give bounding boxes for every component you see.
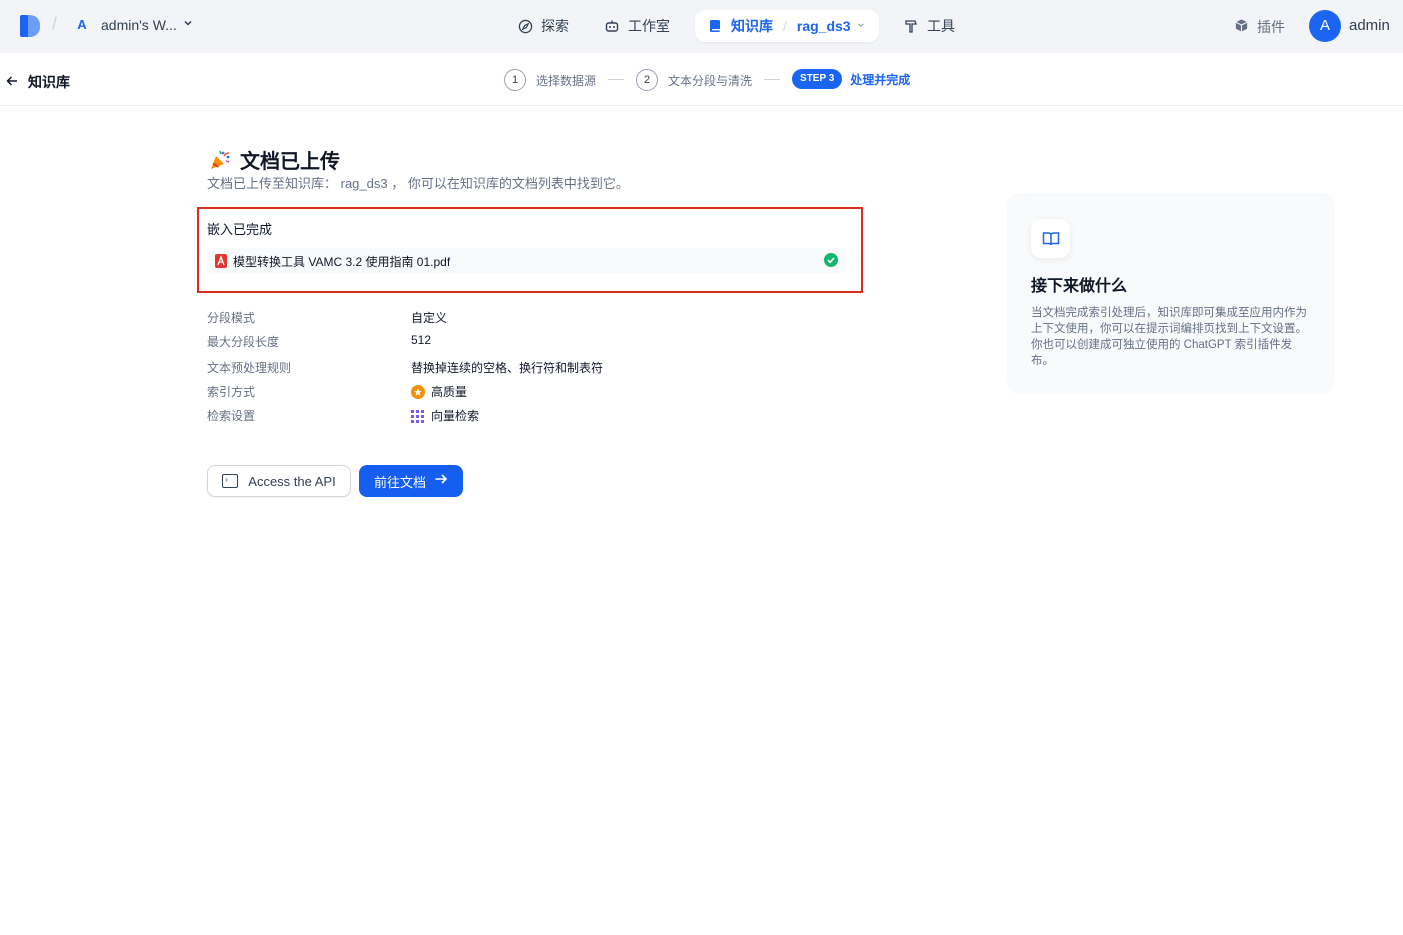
party-popper-icon [208,148,232,172]
step-1-number: 1 [504,69,526,91]
go-to-documents-label: 前往文档 [373,474,426,490]
next-steps-title: 接下来做什么 [1031,278,1128,295]
divider: / [52,14,58,34]
access-api-label: Access the API [248,473,336,489]
workspace-name[interactable]: admin's W... [101,17,177,33]
nav-tools[interactable]: 工具 [903,10,955,42]
list-item: 模型转换工具 VAMC 3.2 使用指南 01.pdf [207,248,847,273]
plugins-label: 插件 [1257,19,1285,35]
avatar[interactable]: A [1309,10,1341,42]
book-icon [707,18,723,34]
next-steps-card: 接下来做什么 当文档完成索引处理后，知识库即可集成至应用内作为上下文使用，你可以… [1007,193,1335,394]
step-2-label: 文本分段与清洗 [668,73,753,88]
step-2-number: 2 [636,69,658,91]
step-1-label: 选择数据源 [536,73,597,88]
step-1: 1 选择数据源 [504,69,596,91]
page-title-text: 文档已上传 [240,151,340,173]
arrow-right-icon [434,472,448,490]
nav-tools-label: 工具 [927,18,955,34]
step-3: STEP 3 处理并完成 [792,69,910,89]
max-length-value: 512 [411,333,432,347]
nav-studio-label: 工作室 [628,18,670,34]
top-navbar: / A admin's W... 探索 工作室 知识库 / rag_ds3 工具 [0,0,1403,53]
book-open-icon [1031,219,1070,258]
robot-icon [604,18,620,34]
nav-knowledge-label: 知识库 [731,18,773,34]
go-to-documents-button[interactable]: 前往文档 [359,465,463,497]
back-label: 知识库 [28,74,70,90]
access-api-button[interactable]: › Access the API [207,465,351,497]
user-name[interactable]: admin [1349,17,1390,34]
index-mode-value: 高质量 [411,383,467,400]
page-subtitle: 文档已上传至知识库： rag_ds3 ， 你可以在知识库的文档列表中找到它。 [207,176,629,191]
embedding-status-label: 嵌入已完成 [207,222,273,237]
compass-icon [517,18,533,34]
segment-mode-value: 自定义 [411,311,448,325]
chevron-down-icon[interactable] [857,21,865,31]
back-button[interactable]: 知识库 [6,72,70,92]
index-mode-text: 高质量 [431,385,468,399]
index-mode-label: 索引方式 [207,385,256,399]
app-logo[interactable] [20,15,40,37]
preprocess-label: 文本预处理规则 [207,361,292,375]
step-3-pill: STEP 3 [792,69,843,89]
max-length-label: 最大分段长度 [207,335,280,349]
step-3-label: 处理并完成 [850,72,911,87]
retrieval-value: 向量检索 [411,407,479,424]
workspace-avatar[interactable]: A [74,17,90,33]
step-divider [608,79,624,80]
step-2: 2 文本分段与清洗 [636,69,752,91]
step-bar: 知识库 1 选择数据源 2 文本分段与清洗 STEP 3 处理并完成 [0,53,1403,106]
nav-explore-label: 探索 [541,18,569,34]
nav-explore[interactable]: 探索 [517,10,569,42]
step-divider [764,79,780,80]
terminal-icon: › [222,474,239,488]
nav-studio[interactable]: 工作室 [604,10,670,42]
nav-knowledge[interactable]: 知识库 / rag_ds3 [695,10,879,42]
dataset-selector[interactable]: rag_ds3 [797,18,851,34]
preprocess-value: 替换掉连续的空格、换行符和制表符 [411,361,604,375]
pdf-icon [215,254,227,268]
vector-grid-icon [411,409,425,423]
retrieval-text: 向量检索 [431,409,480,423]
segment-mode-label: 分段模式 [207,311,256,325]
star-icon [411,384,425,399]
divider: / [783,18,787,34]
hammer-icon [903,18,919,34]
page-title: 文档已上传 [208,145,340,174]
file-name: 模型转换工具 VAMC 3.2 使用指南 01.pdf [233,255,451,269]
check-circle-icon [824,253,838,267]
cube-icon [1234,18,1249,36]
retrieval-label: 检索设置 [207,409,256,423]
plugins-button[interactable]: 插件 [1234,17,1285,37]
chevron-down-icon[interactable] [183,18,193,31]
next-steps-description: 当文档完成索引处理后，知识库即可集成至应用内作为上下文使用，你可以在提示词编排页… [1031,307,1307,367]
arrow-left-icon [6,74,18,90]
